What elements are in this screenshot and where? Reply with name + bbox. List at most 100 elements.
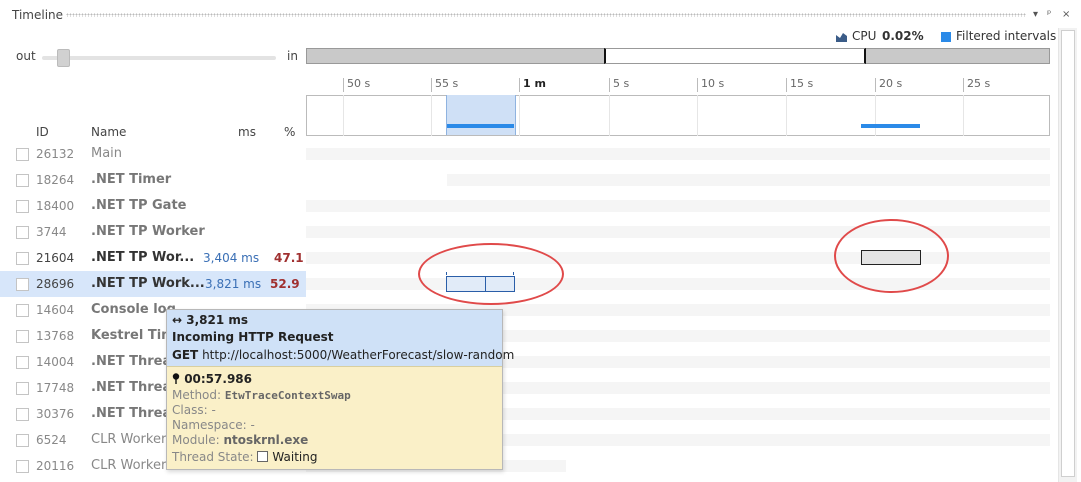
zoom-slider-thumb[interactable] xyxy=(56,49,70,67)
tooltip-duration: 3,821 ms xyxy=(186,313,249,327)
panel-titlebar: Timeline ▾ ᵖ × xyxy=(0,0,1081,28)
method-key: Method: xyxy=(172,388,222,402)
row-checkbox[interactable] xyxy=(16,460,29,473)
duration-icon: ↔ xyxy=(172,313,183,327)
ruler-label: 15 s xyxy=(790,77,814,90)
filtered-interval-bar xyxy=(447,124,514,128)
cpu-legend-value: 0.02% xyxy=(882,29,924,43)
thread-name: .NET TP Gate xyxy=(91,198,187,213)
close-icon[interactable]: × xyxy=(1062,9,1070,20)
thread-name: .NET Threa xyxy=(91,406,172,421)
namespace-key: Namespace: xyxy=(172,418,247,432)
thread-id: 21604 xyxy=(36,251,75,265)
cpu-legend-label: CPU xyxy=(852,29,877,43)
tooltip-details: 00:57.986 Method: EtwTraceContextSwap Cl… xyxy=(167,366,502,469)
dropdown-arrow-icon[interactable]: ▾ xyxy=(1033,9,1038,20)
thread-name: .NET Threa xyxy=(91,354,172,369)
tooltip-time: 00:57.986 xyxy=(184,372,252,386)
ruler-tick xyxy=(697,78,698,92)
column-header-ms[interactable]: ms xyxy=(238,125,256,139)
thread-row[interactable]: 18400 .NET TP Gate xyxy=(0,193,306,219)
class-key: Class: xyxy=(172,403,208,417)
titlebar-grip[interactable] xyxy=(66,13,1026,17)
panel-title: Timeline xyxy=(12,8,64,22)
pin-icon xyxy=(172,373,180,384)
grid-line xyxy=(697,95,698,136)
ruler-label: 50 s xyxy=(347,77,371,90)
cpu-chart-icon xyxy=(836,33,847,42)
row-checkbox[interactable] xyxy=(16,356,29,369)
scrollbar-thumb[interactable] xyxy=(1061,30,1075,477)
row-checkbox[interactable] xyxy=(16,408,29,421)
thread-id: 18264 xyxy=(36,173,75,187)
module-key: Module: xyxy=(172,433,220,447)
zoom-out-label: out xyxy=(16,49,36,63)
thread-name: Kestrel Tim xyxy=(91,328,175,343)
grid-line xyxy=(609,95,610,136)
thread-row[interactable]: 3744 .NET TP Worker xyxy=(0,219,306,245)
thread-row[interactable]: 26132 Main xyxy=(0,141,306,167)
grid-line xyxy=(963,95,964,136)
thread-ms: 3,404 ms xyxy=(203,251,260,265)
thread-id: 3744 xyxy=(36,225,67,239)
grid-line xyxy=(875,95,876,136)
thread-id: 13768 xyxy=(36,329,75,343)
tooltip-url: http://localhost:5000/WeatherForecast/sl… xyxy=(202,348,515,362)
row-checkbox[interactable] xyxy=(16,252,29,265)
column-header-pct[interactable]: % xyxy=(284,125,295,139)
thread-id: 18400 xyxy=(36,199,75,213)
waiting-state-icon xyxy=(257,451,269,462)
overview-visible-window[interactable] xyxy=(604,48,866,64)
grid-line xyxy=(343,95,344,136)
thread-name: .NET TP Worker xyxy=(91,224,205,239)
column-header-id[interactable]: ID xyxy=(36,125,49,139)
class-value: - xyxy=(211,403,216,417)
cpu-chart-area[interactable] xyxy=(306,95,1050,136)
row-checkbox[interactable] xyxy=(16,278,29,291)
ruler-label: 5 s xyxy=(613,77,630,90)
thread-lane[interactable] xyxy=(447,174,1050,186)
row-checkbox[interactable] xyxy=(16,226,29,239)
thread-row-selected[interactable]: 28696 .NET TP Work... 3,821 ms 52.9 xyxy=(0,271,306,297)
ruler-tick xyxy=(431,78,432,92)
row-checkbox[interactable] xyxy=(16,200,29,213)
thread-name: Main xyxy=(91,146,123,161)
ruler-tick xyxy=(875,78,876,92)
thread-pct: 52.9 xyxy=(270,277,300,291)
zoom-slider-track[interactable] xyxy=(42,56,276,60)
tooltip-header: ↔ 3,821 ms Incoming HTTP Request GET htt… xyxy=(167,310,514,366)
row-checkbox[interactable] xyxy=(16,174,29,187)
method-value: EtwTraceContextSwap xyxy=(224,389,351,402)
row-checkbox[interactable] xyxy=(16,382,29,395)
column-header-name[interactable]: Name xyxy=(91,125,126,139)
ruler-tick xyxy=(609,78,610,92)
thread-state-value: Waiting xyxy=(272,450,318,464)
grid-line xyxy=(431,95,432,136)
ruler-label: 25 s xyxy=(967,77,991,90)
thread-row[interactable]: 18264 .NET Timer xyxy=(0,167,306,193)
thread-name: .NET Threa xyxy=(91,380,172,395)
thread-name: CLR Worker xyxy=(91,458,167,473)
row-checkbox[interactable] xyxy=(16,434,29,447)
filtered-interval-bar xyxy=(861,124,920,128)
row-checkbox[interactable] xyxy=(16,304,29,317)
ruler-label: 55 s xyxy=(435,77,459,90)
pin-panel-icon[interactable]: ᵖ xyxy=(1047,9,1051,20)
module-value: ntoskrnl.exe xyxy=(223,433,309,447)
row-checkbox[interactable] xyxy=(16,330,29,343)
thread-lane[interactable] xyxy=(306,278,1050,290)
grid-line xyxy=(519,95,520,136)
zoom-in-label: in xyxy=(287,49,298,63)
thread-id: 14604 xyxy=(36,303,75,317)
selected-interval-highlight[interactable] xyxy=(446,95,516,135)
thread-name: Console log xyxy=(91,302,176,317)
thread-id: 26132 xyxy=(36,147,75,161)
tooltip-http-method: GET xyxy=(172,348,199,362)
thread-name: CLR Worker xyxy=(91,432,167,447)
row-checkbox[interactable] xyxy=(16,148,29,161)
ruler-label: 1 m xyxy=(523,77,546,90)
thread-lane[interactable] xyxy=(306,200,1050,212)
thread-row[interactable]: 21604 .NET TP Wor... 3,404 ms 47.1 xyxy=(0,245,306,271)
thread-state-key: Thread State: xyxy=(172,450,254,464)
thread-lane[interactable] xyxy=(306,148,1050,160)
